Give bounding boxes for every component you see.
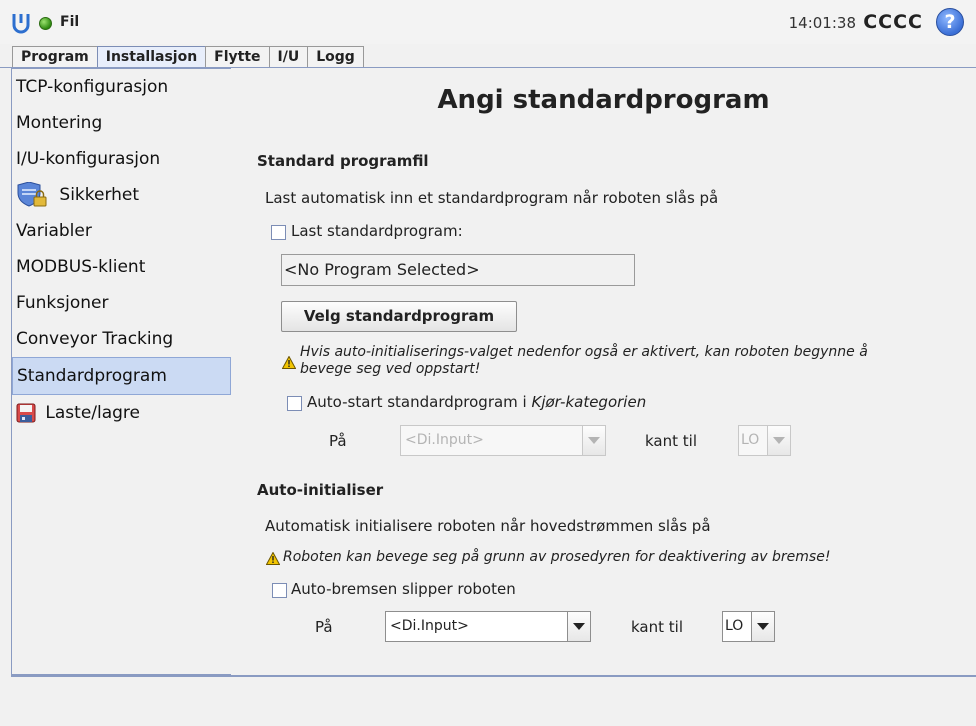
sidebar-item-io-config[interactable]: I/U-konfigurasjon: [12, 141, 231, 177]
sidebar-item-label: Montering: [16, 113, 103, 133]
autostart-warning-line1: Hvis auto-initialiserings-valget nedenfo…: [300, 344, 868, 360]
select-default-program-button[interactable]: Velg standardprogram: [281, 301, 517, 332]
autostart-warning: Hvis auto-initialiserings-valget nedenfo…: [300, 344, 868, 378]
section-heading-default-file: Standard programfil: [257, 152, 429, 170]
main-tabs: Program Installasjon Flytte I/U Logg: [12, 46, 364, 68]
tab-program[interactable]: Program: [12, 46, 98, 68]
sidebar-item-label: Standardprogram: [17, 366, 167, 386]
main-panel: Angi standardprogram Standard programfil…: [231, 68, 976, 675]
installation-sidebar: TCP-konfigurasjon Montering I/U-konfigur…: [11, 68, 232, 675]
sidebar-item-label: Conveyor Tracking: [16, 329, 174, 349]
page-title: Angi standardprogram: [437, 85, 770, 115]
sidebar-item-label: I/U-konfigurasjon: [16, 149, 161, 169]
auto-init-description: Automatisk initialisere roboten når hove…: [265, 517, 711, 535]
ur-logo-icon: [12, 14, 30, 34]
brake-warning: Roboten kan bevege seg på grunn av prose…: [283, 549, 831, 565]
help-icon[interactable]: ?: [936, 8, 964, 36]
autostart-edge-value: LO: [741, 432, 760, 448]
sidebar-item-standardprogram[interactable]: Standardprogram: [12, 357, 231, 395]
brake-edge-value: LO: [725, 618, 744, 634]
sidebar-item-funksjoner[interactable]: Funksjoner: [12, 285, 231, 321]
sidebar-item-tcp[interactable]: TCP-konfigurasjon: [12, 69, 231, 105]
sidebar-item-conveyor[interactable]: Conveyor Tracking: [12, 321, 231, 357]
sidebar-item-security[interactable]: Sikkerhet: [12, 177, 231, 213]
autostart-input-select[interactable]: <Di.Input>: [400, 425, 606, 456]
autostart-edge-select[interactable]: LO: [738, 425, 791, 456]
autostart-warning-line2: bevege seg ved oppstart!: [300, 361, 481, 377]
brake-input-select[interactable]: <Di.Input>: [385, 611, 591, 642]
panel-bottom-border: [11, 675, 976, 677]
tab-io[interactable]: I/U: [268, 46, 309, 68]
sidebar-item-label: MODBUS-klient: [16, 257, 146, 277]
shield-lock-icon: [17, 182, 47, 207]
brake-input-value: <Di.Input>: [390, 618, 469, 634]
sidebar-item-label: Sikkerhet: [59, 185, 140, 205]
brake-edge-label: kant til: [631, 618, 683, 636]
sidebar-item-variabler[interactable]: Variabler: [12, 213, 231, 249]
brake-on-label: På: [315, 618, 333, 636]
chevron-down-icon: [582, 426, 605, 455]
chevron-down-icon: [567, 612, 590, 641]
chevron-down-icon: [751, 612, 774, 641]
clock: 14:01:38: [788, 14, 856, 32]
sidebar-item-label: Variabler: [16, 221, 92, 241]
file-menu[interactable]: Fil: [60, 14, 79, 30]
warning-icon: [266, 552, 280, 565]
tab-flytte[interactable]: Flytte: [205, 46, 270, 68]
autostart-label-italic: Kjør-kategorien: [531, 393, 647, 411]
autostart-label: Auto-start standardprogram i Kjør-katego…: [307, 393, 646, 411]
robot-status-icon: [39, 17, 52, 30]
robot-name: CCCC: [863, 11, 923, 33]
program-path-field: <No Program Selected>: [281, 254, 635, 286]
autostart-input-value: <Di.Input>: [405, 432, 484, 448]
load-default-label: Last standardprogram:: [291, 222, 463, 240]
sidebar-item-montering[interactable]: Montering: [12, 105, 231, 141]
sidebar-item-modbus[interactable]: MODBUS-klient: [12, 249, 231, 285]
sidebar-item-laste-lagre[interactable]: Laste/lagre: [12, 395, 231, 431]
autostart-edge-label: kant til: [645, 432, 697, 450]
sidebar-item-label: Funksjoner: [16, 293, 109, 313]
sidebar-item-label: TCP-konfigurasjon: [16, 77, 169, 97]
top-bar: Fil 14:01:38 CCCC ?: [0, 0, 976, 44]
chevron-down-icon: [767, 426, 790, 455]
tab-logg[interactable]: Logg: [307, 46, 364, 68]
section-heading-auto-init: Auto-initialiser: [257, 481, 384, 499]
default-file-description: Last automatisk inn et standardprogram n…: [265, 189, 719, 207]
autostart-checkbox[interactable]: [287, 396, 302, 411]
auto-brake-checkbox[interactable]: [272, 583, 287, 598]
autostart-label-prefix: Auto-start standardprogram i: [307, 393, 532, 411]
sidebar-item-label: Laste/lagre: [45, 403, 141, 423]
auto-brake-label: Auto-bremsen slipper roboten: [291, 580, 516, 598]
brake-edge-select[interactable]: LO: [722, 611, 775, 642]
floppy-disk-icon: [16, 403, 36, 423]
autostart-on-label: På: [329, 432, 347, 450]
warning-icon: [282, 356, 296, 369]
load-default-checkbox[interactable]: [271, 225, 286, 240]
tab-installasjon[interactable]: Installasjon: [96, 46, 207, 68]
